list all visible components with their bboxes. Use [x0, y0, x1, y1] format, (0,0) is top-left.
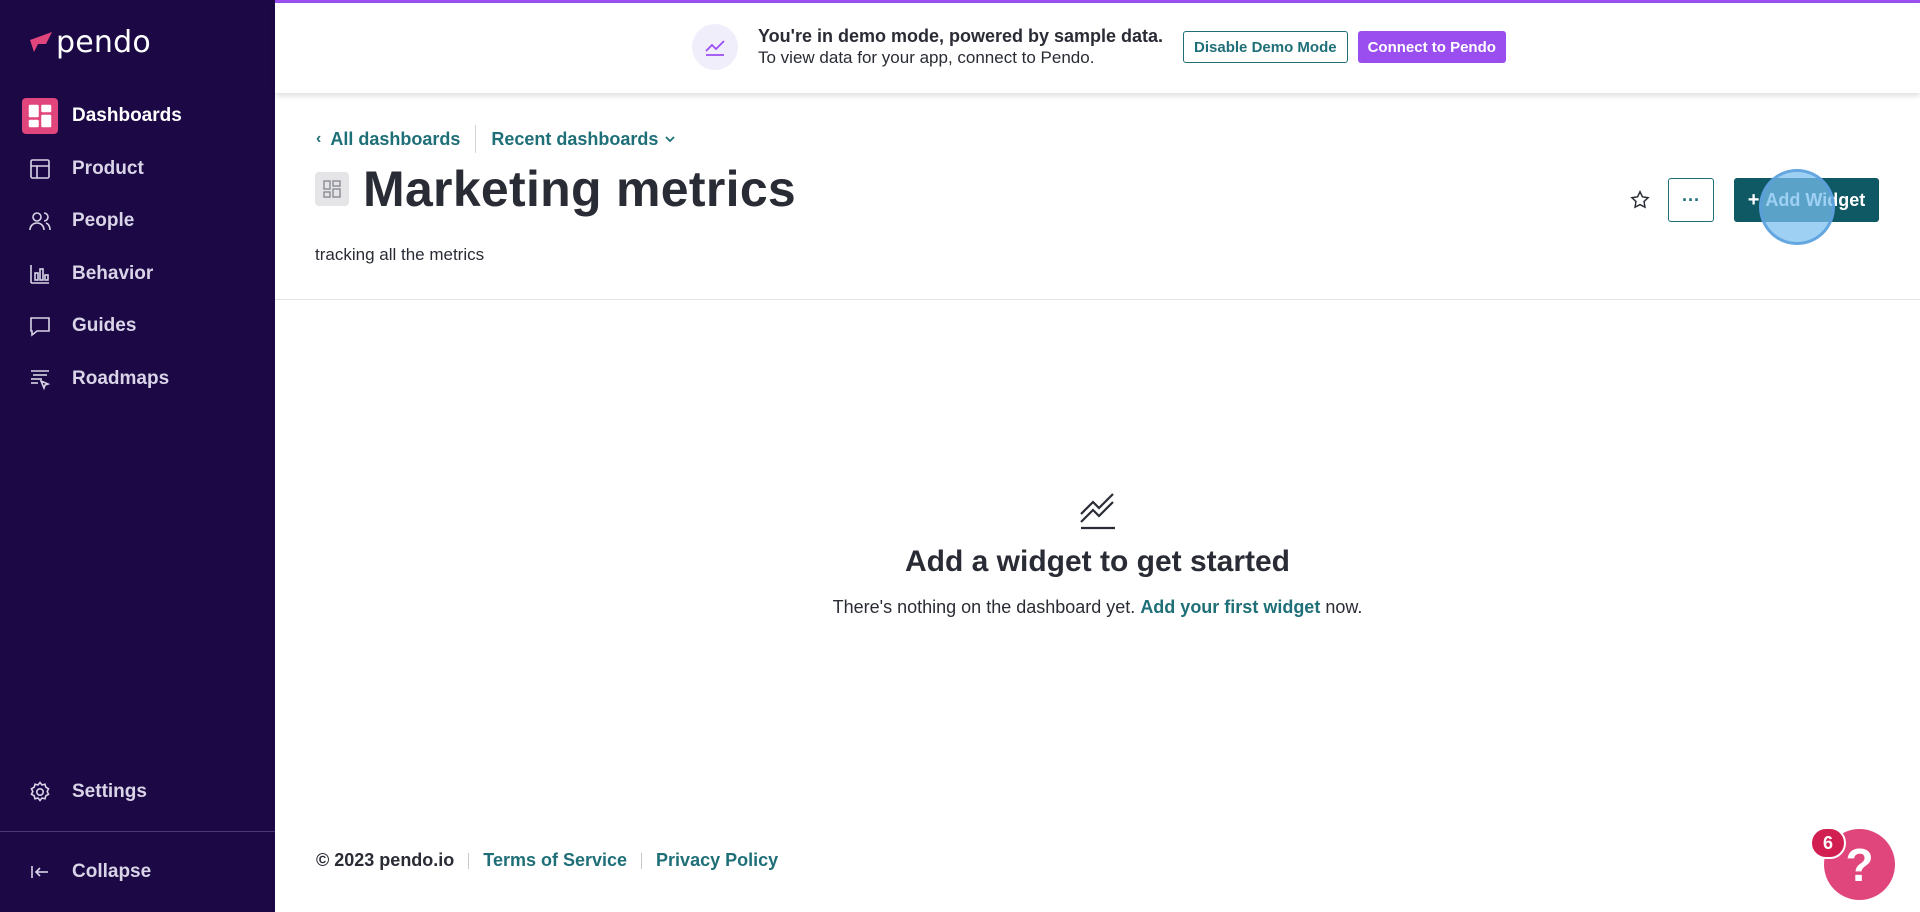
more-options-button[interactable]: ··· [1668, 178, 1714, 222]
notification-badge: 6 [1810, 827, 1846, 859]
sidebar-nav: Dashboards Product People Behavior Guide… [22, 90, 262, 405]
sidebar-item-label: Dashboards [72, 105, 182, 127]
sidebar-item-roadmaps[interactable]: Roadmaps [22, 353, 262, 406]
privacy-link[interactable]: Privacy Policy [656, 850, 778, 871]
gear-icon [22, 774, 58, 810]
plus-icon: + [1747, 188, 1760, 211]
trend-chart-icon [1079, 493, 1115, 530]
footer-divider [641, 852, 643, 869]
add-widget-button[interactable]: + Add Widget [1734, 178, 1879, 222]
logo-text: pendo [56, 24, 151, 60]
header-actions: ··· + Add Widget [1620, 178, 1879, 222]
title-row: Marketing metrics [315, 160, 796, 218]
all-dashboards-label: All dashboards [330, 128, 461, 149]
settings-label: Settings [72, 781, 147, 803]
collapse-icon [22, 854, 58, 890]
footer-divider [468, 852, 470, 869]
sidebar-item-label: People [72, 210, 135, 232]
star-icon [1630, 190, 1650, 209]
question-icon: ? [1845, 838, 1874, 891]
sidebar-item-dashboards[interactable]: Dashboards [22, 90, 262, 143]
all-dashboards-link[interactable]: ‹ All dashboards [316, 129, 460, 150]
demo-mode-banner: You're in demo mode, powered by sample d… [275, 3, 1920, 93]
add-first-widget-link[interactable]: Add your first widget [1140, 597, 1320, 617]
recent-dashboards-label: Recent dashboards [491, 128, 659, 149]
dashboard-description[interactable]: tracking all the metrics [315, 245, 484, 265]
bar-chart-icon [22, 256, 58, 292]
sidebar-divider [0, 831, 275, 832]
disable-demo-button[interactable]: Disable Demo Mode [1183, 31, 1348, 63]
roadmap-icon [22, 361, 58, 397]
dashboard-type-icon [315, 172, 349, 206]
connect-button[interactable]: Connect to Pendo [1357, 31, 1506, 63]
trend-line-icon [692, 24, 738, 70]
pendo-logo-icon [30, 32, 52, 52]
add-widget-label: Add Widget [1765, 189, 1866, 210]
copyright: © 2023 pendo.io [316, 850, 455, 870]
sidebar-item-label: Product [72, 157, 144, 179]
terms-link[interactable]: Terms of Service [483, 850, 627, 871]
sidebar-item-label: Behavior [72, 262, 154, 284]
collapse-label: Collapse [72, 861, 152, 883]
sidebar-item-guides[interactable]: Guides [22, 300, 262, 353]
sidebar-item-product[interactable]: Product [22, 143, 262, 196]
empty-state-text: There's nothing on the dashboard yet. Ad… [275, 597, 1920, 618]
empty-text-before: There's nothing on the dashboard yet. [832, 597, 1141, 617]
header-divider [275, 299, 1920, 300]
sidebar-item-label: Guides [72, 315, 137, 337]
dashboard-icon [22, 98, 58, 135]
recent-dashboards-dropdown[interactable]: Recent dashboards [491, 129, 676, 150]
demo-subtitle: To view data for your app, connect to Pe… [758, 48, 1095, 67]
empty-state: Add a widget to get started There's noth… [275, 490, 1920, 618]
sidebar-item-people[interactable]: People [22, 195, 262, 248]
message-icon [22, 308, 58, 344]
sidebar: pendo Dashboards Product People Behavior [0, 0, 275, 912]
empty-state-title: Add a widget to get started [904, 545, 1291, 578]
breadcrumb: ‹ All dashboards Recent dashboards [316, 125, 676, 153]
sidebar-item-behavior[interactable]: Behavior [22, 248, 262, 301]
chevron-left-icon: ‹ [316, 130, 322, 147]
footer: © 2023 pendo.io Terms of Service Privacy… [316, 850, 778, 871]
chevron-down-icon [665, 136, 676, 143]
favorite-button[interactable] [1620, 178, 1660, 222]
people-icon [22, 203, 58, 239]
pendo-logo[interactable]: pendo [28, 24, 151, 60]
demo-title: You're in demo mode, powered by sample d… [758, 26, 1164, 46]
sidebar-item-label: Roadmaps [72, 367, 170, 389]
layout-icon [22, 151, 58, 187]
sidebar-item-settings[interactable]: Settings [22, 766, 147, 819]
empty-text-after: now. [1320, 597, 1363, 617]
sidebar-collapse[interactable]: Collapse [22, 846, 151, 899]
breadcrumb-divider [475, 125, 477, 153]
page-title[interactable]: Marketing metrics [363, 160, 796, 218]
